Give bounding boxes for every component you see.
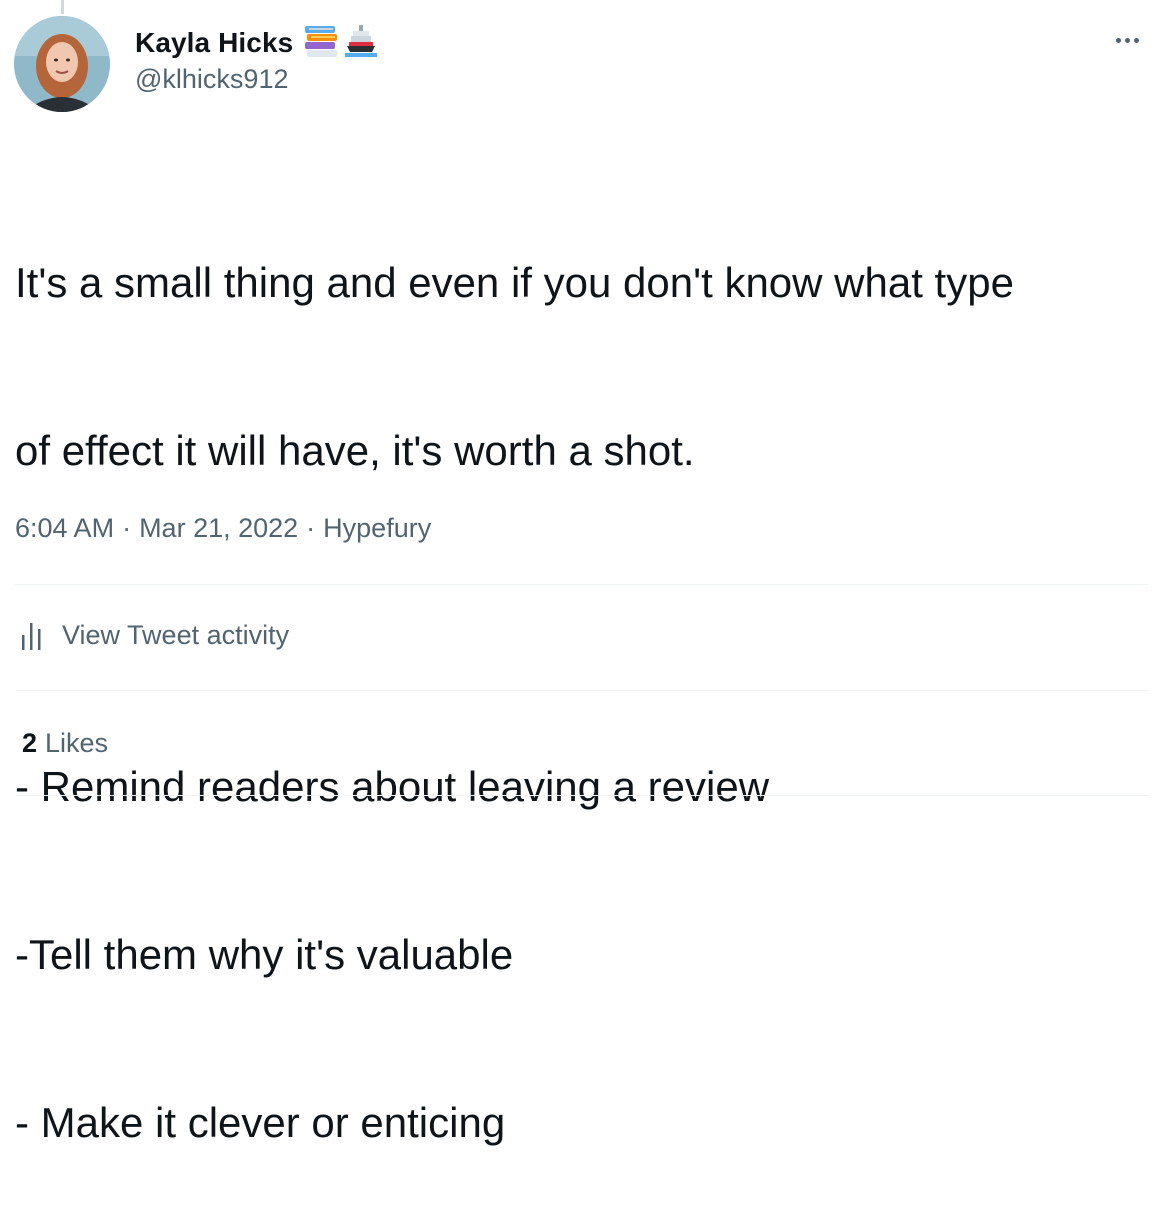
display-name[interactable]: Kayla Hicks [135,27,293,59]
tweet-date[interactable]: Mar 21, 2022 [139,513,298,544]
likes-count: 2 [22,728,38,758]
user-info: Kayla Hicks @klhicks912 [135,24,379,95]
likes-link[interactable]: 2 Likes [22,728,108,759]
divider [15,584,1148,585]
divider [15,690,1148,691]
bar-chart-icon [22,622,41,650]
more-icon-dot [1133,37,1139,43]
avatar-image [14,16,110,112]
thread-connector-line [61,0,64,14]
divider [15,795,1148,796]
avatar[interactable] [14,16,110,112]
view-tweet-activity-button[interactable]: View Tweet activity [20,620,289,651]
user-handle[interactable]: @klhicks912 [135,64,379,95]
view-tweet-activity-label: View Tweet activity [62,620,290,650]
tweet-text-line: It's a small thing and even if you don't… [15,259,1014,306]
ship-emoji-icon [343,24,379,63]
likes-label: Likes [45,728,109,758]
more-icon-dot [1115,37,1121,43]
tweet-text-line: of effect it will have, it's worth a sho… [15,427,695,474]
tweet-text-line: -Tell them why it's valuable [15,931,514,978]
meta-separator: · [306,513,316,543]
tweet-time[interactable]: 6:04 AM [15,513,114,544]
tweet-source[interactable]: Hypefury [323,513,431,544]
more-options-button[interactable] [1110,28,1144,52]
tweet-text-line: - Remind readers about leaving a review [15,763,770,810]
meta-separator: · [122,513,132,543]
name-row: Kayla Hicks [135,24,379,62]
more-icon-dot [1124,37,1130,43]
books-emoji-icon [303,24,339,63]
tweet-meta: 6:04 AM · Mar 21, 2022 · Hypefury [15,513,431,544]
tweet-text-line: - Make it clever or enticing [15,1099,506,1146]
tweet-text: It's a small thing and even if you don't… [15,143,1150,1207]
